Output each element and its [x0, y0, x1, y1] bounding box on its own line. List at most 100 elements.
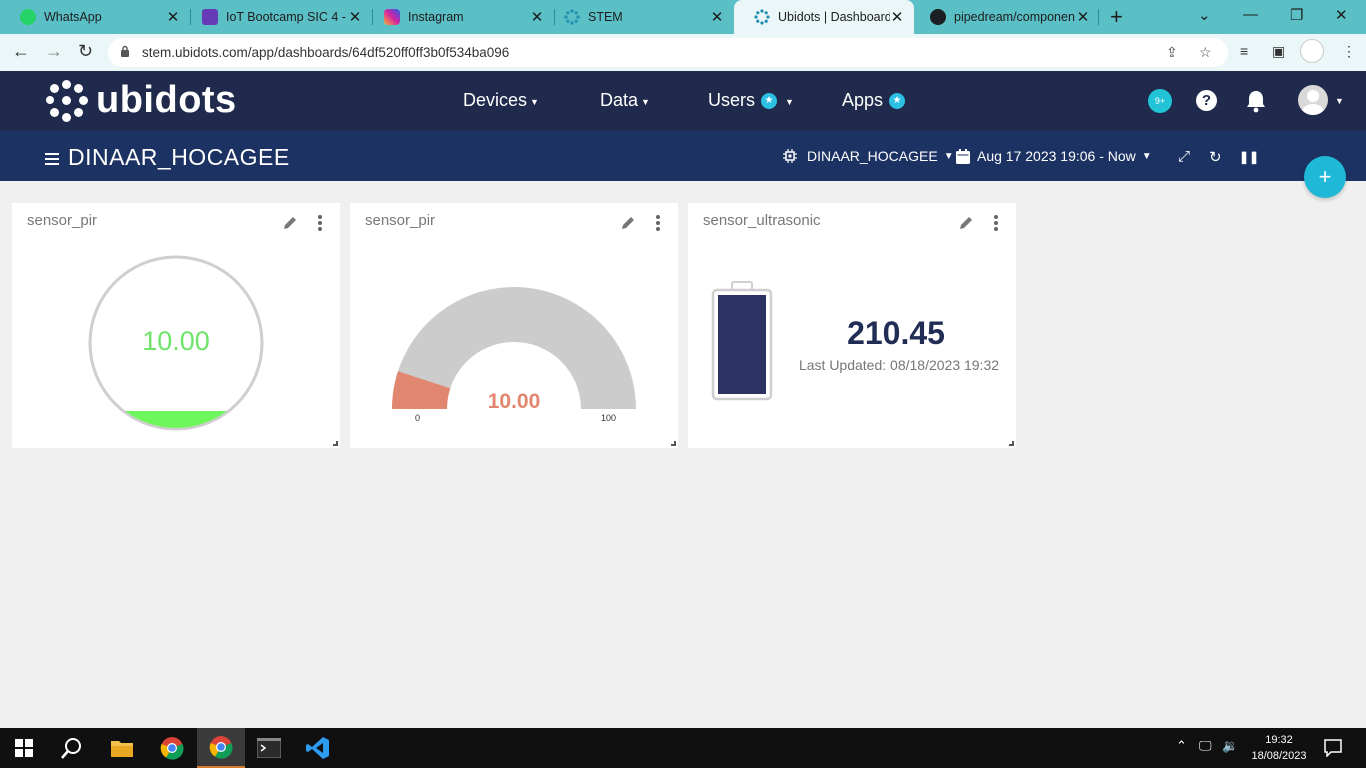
- pause-icon[interactable]: ❚❚: [1239, 150, 1259, 164]
- file-explorer-button[interactable]: [98, 728, 146, 768]
- search-button[interactable]: [48, 728, 96, 768]
- ubidots-logo[interactable]: ubidots: [46, 79, 237, 122]
- user-icon: [1302, 90, 1324, 115]
- close-icon[interactable]: ✕: [1076, 8, 1090, 26]
- tab-whatsapp[interactable]: WhatsApp ✕: [0, 0, 190, 34]
- add-widget-button[interactable]: +: [1304, 156, 1346, 198]
- resize-handle[interactable]: [1009, 441, 1014, 446]
- logo-text: ubidots: [96, 79, 237, 121]
- restore-button[interactable]: ❐: [1290, 6, 1303, 24]
- device-selector[interactable]: DINAAR_HOCAGEE ▼: [782, 148, 954, 164]
- caret-down-icon[interactable]: ▼: [1335, 96, 1344, 106]
- new-tab-button[interactable]: +: [1110, 4, 1123, 30]
- ubidots-icon: [564, 9, 580, 25]
- clock-time: 19:32: [1265, 734, 1293, 746]
- close-icon[interactable]: ✕: [530, 8, 544, 26]
- tab-separator: [1098, 9, 1099, 25]
- resize-handle[interactable]: [671, 441, 676, 446]
- fullscreen-icon[interactable]: ⤢: [1178, 148, 1190, 165]
- menu-label: Apps: [842, 90, 884, 110]
- tab-label: Ubidots | Dashboards: [778, 10, 890, 24]
- logo-icon: [46, 79, 88, 122]
- notification-count-badge[interactable]: 9+: [1148, 89, 1172, 113]
- star-icon: ★: [761, 92, 778, 109]
- dashboard-title: DINAAR_HOCAGEE: [68, 144, 290, 170]
- help-icon[interactable]: ?: [1196, 90, 1217, 111]
- menu-apps[interactable]: Apps ★: [842, 90, 906, 111]
- clock-date: 18/08/2023: [1251, 750, 1307, 762]
- close-icon[interactable]: ✕: [348, 8, 362, 26]
- forward-button[interactable]: →: [45, 41, 63, 62]
- date-range-selector[interactable]: Aug 17 2023 19:06 - Now ▼: [956, 148, 1152, 164]
- browser-tab-strip: WhatsApp ✕ IoT Bootcamp SIC 4 - S ✕ Inst…: [0, 0, 1366, 34]
- menu-devices[interactable]: Devices ▼: [463, 90, 539, 111]
- device-selector-label: DINAAR_HOCAGEE: [807, 148, 938, 164]
- ubidots-icon: [754, 9, 770, 25]
- side-panel-icon[interactable]: ▣: [1272, 43, 1285, 60]
- whatsapp-icon: [20, 9, 36, 25]
- system-clock[interactable]: 19:32 18/08/2023: [1248, 732, 1310, 764]
- menu-data[interactable]: Data ▼: [600, 90, 650, 111]
- chrome-profile-button[interactable]: [197, 728, 245, 768]
- tab-stem[interactable]: STEM ✕: [544, 0, 734, 34]
- tab-instagram[interactable]: Instagram ✕: [364, 0, 554, 34]
- pencil-icon[interactable]: [958, 215, 974, 231]
- menu-label: Users: [708, 90, 756, 110]
- close-icon[interactable]: ✕: [710, 8, 724, 26]
- chrome-button[interactable]: [148, 728, 196, 768]
- chevron-up-icon[interactable]: ⌃: [1176, 738, 1187, 754]
- calendar-icon: [956, 148, 970, 164]
- tab-label: Instagram: [408, 10, 464, 24]
- widget-title: sensor_ultrasonic: [703, 212, 821, 229]
- url-text: stem.ubidots.com/app/dashboards/64df520f…: [142, 45, 510, 60]
- widget-tank: sensor_pir 10.00: [12, 203, 340, 448]
- bell-icon[interactable]: [1245, 89, 1267, 113]
- network-icon[interactable]: 🖵: [1199, 738, 1212, 754]
- extension-icon[interactable]: [1300, 39, 1324, 63]
- widget-battery: sensor_ultrasonic 210.45 Last Updated: 0…: [688, 203, 1016, 448]
- vscode-button[interactable]: [294, 728, 342, 768]
- menu-label: Data: [600, 90, 639, 110]
- address-bar[interactable]: stem.ubidots.com/app/dashboards/64df520f…: [108, 38, 1228, 67]
- more-vertical-icon[interactable]: [994, 215, 998, 231]
- volume-icon[interactable]: 🔉: [1222, 738, 1238, 754]
- battery-value: 210.45: [847, 315, 945, 351]
- tab-iot-bootcamp[interactable]: IoT Bootcamp SIC 4 - S ✕: [182, 0, 372, 34]
- hamburger-menu-icon[interactable]: [45, 153, 59, 168]
- resize-handle[interactable]: [333, 441, 338, 446]
- share-icon[interactable]: ⇪: [1166, 44, 1178, 61]
- notification-center-icon[interactable]: [1324, 739, 1342, 757]
- browser-menu-icon[interactable]: ⋮: [1342, 43, 1356, 60]
- star-icon: ★: [889, 92, 906, 109]
- windows-taskbar: ⌃ 🖵 🔉 19:32 18/08/2023: [0, 728, 1366, 768]
- tab-label: IoT Bootcamp SIC 4 - S: [226, 10, 348, 24]
- battery-fill: [718, 295, 766, 394]
- media-control-icon[interactable]: ≡: [1240, 43, 1248, 59]
- back-button[interactable]: ←: [12, 41, 30, 62]
- refresh-icon[interactable]: ↻: [1209, 148, 1222, 166]
- reload-button[interactable]: ↻: [78, 41, 93, 62]
- close-window-button[interactable]: ✕: [1335, 6, 1348, 24]
- close-icon[interactable]: ✕: [890, 8, 904, 26]
- caret-down-icon: ▼: [943, 150, 954, 162]
- tab-label: STEM: [588, 10, 623, 24]
- start-button[interactable]: [0, 728, 48, 768]
- close-icon[interactable]: ✕: [166, 8, 180, 26]
- tab-ubidots-dashboards[interactable]: Ubidots | Dashboards ✕: [734, 0, 914, 34]
- caret-down-icon: ▼: [785, 97, 794, 107]
- caret-down-icon: ▼: [530, 97, 539, 107]
- tab-pipedream[interactable]: pipedream/componen ✕: [910, 0, 1100, 34]
- app-header: ubidots Devices ▼ Data ▼ Users ★ ▼ Apps ★ 9+ …: [0, 71, 1366, 131]
- terminal-button[interactable]: [245, 728, 293, 768]
- folder-icon: [111, 741, 133, 757]
- tab-search-icon[interactable]: ⌄: [1198, 6, 1211, 24]
- last-updated-text: Last Updated: 08/18/2023 19:32: [798, 357, 1000, 373]
- tab-label: WhatsApp: [44, 10, 102, 24]
- chip-icon: [783, 149, 797, 163]
- gauge-max-label: 100: [601, 413, 617, 423]
- minimize-button[interactable]: —: [1243, 6, 1258, 23]
- bookmark-star-icon[interactable]: ☆: [1199, 44, 1212, 61]
- menu-users[interactable]: Users ★ ▼: [708, 90, 794, 111]
- github-icon: [930, 9, 946, 25]
- avatar[interactable]: [1298, 85, 1328, 115]
